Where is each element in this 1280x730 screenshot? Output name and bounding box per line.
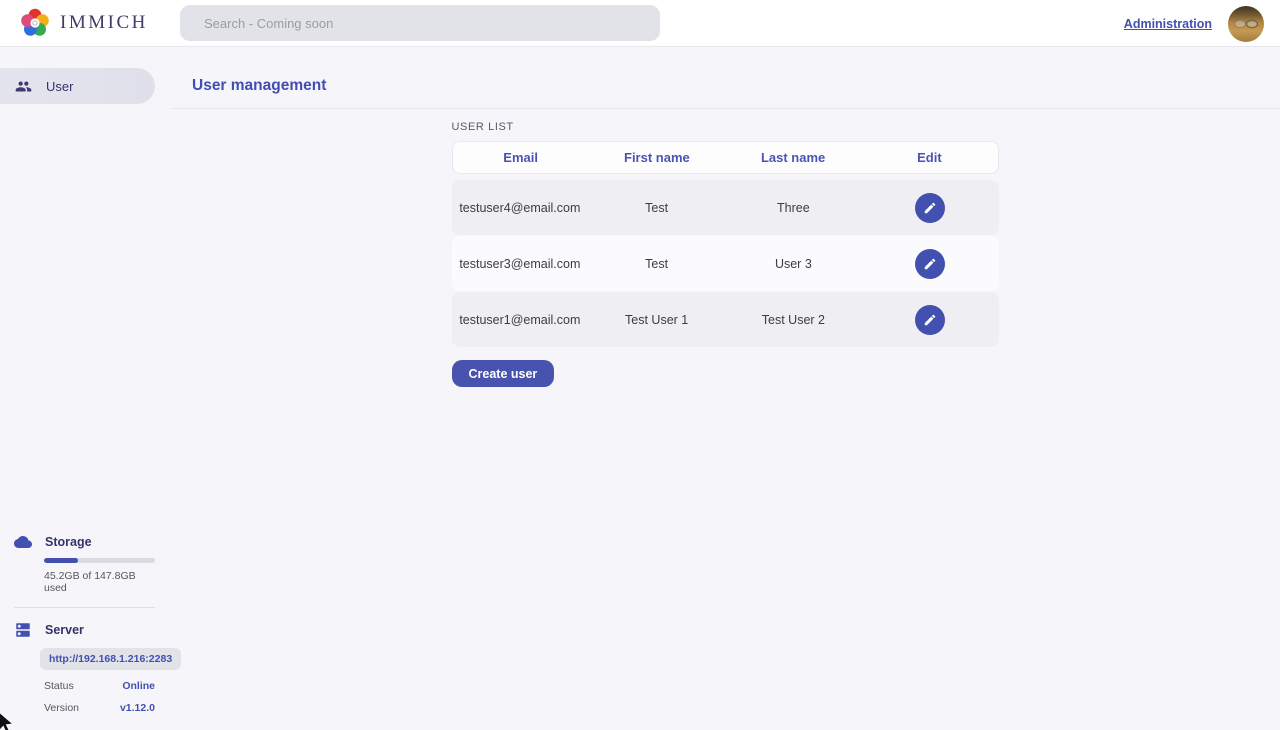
search-input[interactable]: [180, 5, 660, 41]
edit-user-button[interactable]: [915, 305, 945, 335]
glasses-icon: [1231, 17, 1261, 31]
cell-last-name: Test User 2: [725, 313, 862, 327]
server-icon: [14, 621, 32, 639]
cell-last-name: Three: [725, 201, 862, 215]
cell-email: testuser4@email.com: [452, 201, 589, 215]
table-row: testuser3@email.com Test User 3: [452, 236, 999, 291]
section-label: USER LIST: [452, 121, 999, 133]
cloud-icon: [14, 533, 32, 551]
user-avatar[interactable]: [1228, 6, 1264, 42]
server-version-row: Version v1.12.0: [44, 702, 155, 714]
column-header-edit: Edit: [861, 150, 997, 165]
top-bar: IMMICH Administration: [0, 0, 1280, 47]
server-section-header: Server: [14, 621, 155, 639]
brand-wordmark: IMMICH: [60, 12, 148, 34]
storage-progress-fill: [44, 558, 78, 563]
edit-user-button[interactable]: [915, 249, 945, 279]
sidebar-item-user[interactable]: User: [0, 68, 155, 104]
page-title: User management: [192, 77, 1280, 95]
cell-last-name: User 3: [725, 257, 862, 271]
status-value: Online: [122, 680, 155, 692]
user-table: testuser4@email.com Test Three testuser3…: [452, 180, 999, 347]
users-group-icon: [15, 78, 32, 95]
mouse-cursor: [0, 712, 19, 730]
sidebar-item-user-label: User: [46, 79, 73, 94]
version-label: Version: [44, 702, 79, 714]
sidebar-divider: [14, 607, 155, 608]
cell-first-name: Test: [588, 201, 725, 215]
cell-email: testuser1@email.com: [452, 313, 589, 327]
immich-flower-icon: [20, 8, 50, 38]
server-status-row: Status Online: [44, 680, 155, 692]
storage-section-header: Storage: [14, 533, 155, 551]
pencil-icon: [923, 201, 937, 215]
sidebar-bottom-panel: Storage 45.2GB of 147.8GB used Server ht…: [0, 533, 170, 720]
topbar-right: Administration: [1124, 0, 1264, 47]
status-label: Status: [44, 680, 74, 692]
storage-usage-text: 45.2GB of 147.8GB used: [44, 570, 155, 594]
title-divider: [170, 108, 1280, 109]
pencil-icon: [923, 313, 937, 327]
storage-title: Storage: [45, 535, 92, 549]
sidebar: User Storage 45.2GB of 147.8GB used Serv…: [0, 47, 170, 730]
cell-first-name: Test User 1: [588, 313, 725, 327]
edit-user-button[interactable]: [915, 193, 945, 223]
user-list-section: USER LIST Email First name Last name Edi…: [452, 121, 999, 387]
column-header-last-name: Last name: [725, 150, 861, 165]
main-content: User management USER LIST Email First na…: [170, 47, 1280, 730]
column-header-first-name: First name: [589, 150, 725, 165]
cell-first-name: Test: [588, 257, 725, 271]
administration-link[interactable]: Administration: [1124, 17, 1212, 31]
storage-progress-track: [44, 558, 155, 563]
server-title: Server: [45, 623, 84, 637]
create-user-button[interactable]: Create user: [452, 360, 555, 387]
pencil-icon: [923, 257, 937, 271]
table-row: testuser1@email.com Test User 1 Test Use…: [452, 292, 999, 347]
column-header-email: Email: [453, 150, 589, 165]
table-header-row: Email First name Last name Edit: [452, 141, 999, 174]
table-row: testuser4@email.com Test Three: [452, 180, 999, 235]
version-value: v1.12.0: [120, 702, 155, 714]
cell-email: testuser3@email.com: [452, 257, 589, 271]
server-url-badge: http://192.168.1.216:2283: [40, 648, 181, 670]
immich-logo-link[interactable]: IMMICH: [0, 8, 148, 38]
